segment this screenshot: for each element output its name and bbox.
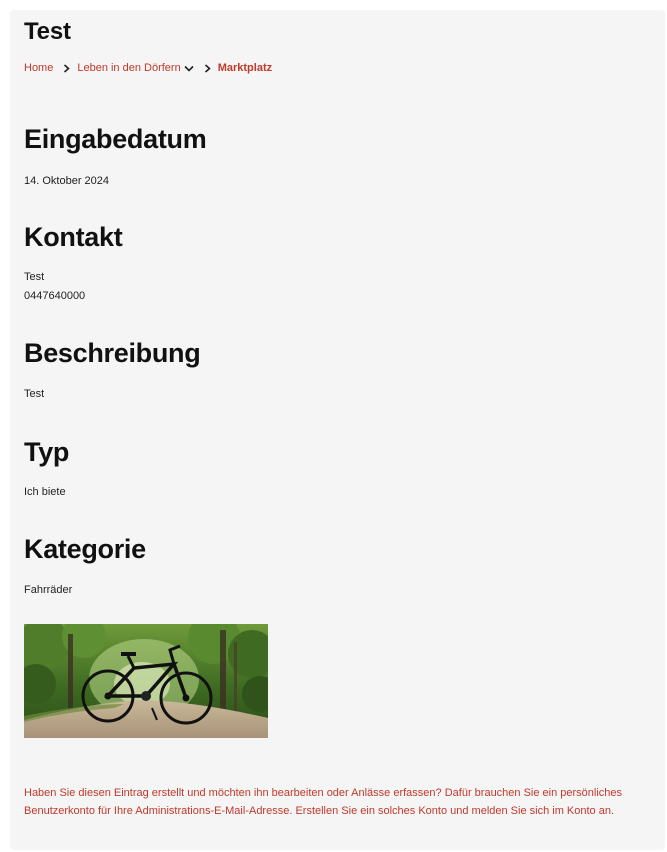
heading-kontakt: Kontakt xyxy=(24,222,123,252)
breadcrumb: Home Leben in den Dörfern Marktplatz xyxy=(24,62,272,74)
breadcrumb-current: Marktplatz xyxy=(217,62,273,74)
heading-beschreibung: Beschreibung xyxy=(24,338,201,368)
beschreibung-value: Test xyxy=(24,388,45,400)
page-title: Test xyxy=(24,18,71,45)
heading-kategorie: Kategorie xyxy=(24,534,146,564)
breadcrumb-section-link[interactable]: Leben in den Dörfern xyxy=(77,62,180,74)
account-notice: Haben Sie diesen Eintrag erstellt und mö… xyxy=(24,787,623,817)
chevron-right-icon xyxy=(204,63,211,73)
typ-value: Ich biete xyxy=(24,486,66,498)
page-container: Test Home Leben in den Dörfern Marktplat… xyxy=(10,10,665,850)
chevron-right-icon xyxy=(63,63,71,73)
heading-typ: Typ xyxy=(24,437,70,467)
eingabedatum-value: 14. Oktober 2024 xyxy=(24,175,110,187)
kontakt-phone: 0447640000 xyxy=(24,290,86,302)
kategorie-value: Fahrräder xyxy=(24,584,73,596)
bicycle-photo xyxy=(24,624,268,738)
heading-eingabedatum: Eingabedatum xyxy=(24,124,207,154)
breadcrumb-home-link[interactable]: Home xyxy=(24,62,53,74)
chevron-down-icon[interactable] xyxy=(184,65,194,72)
kontakt-name: Test xyxy=(24,271,45,283)
